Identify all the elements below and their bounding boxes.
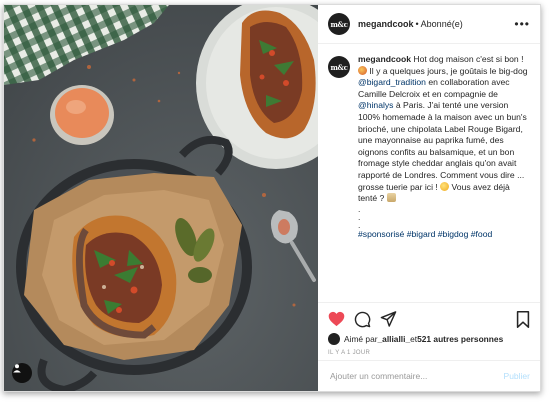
caption-dot: . [358,219,361,230]
scroll-emoji-icon [386,193,396,203]
heart-icon[interactable] [328,311,345,327]
header-separator: • [415,19,419,29]
caption-dots: . . . [358,203,530,230]
food-emoji-icon [358,65,367,75]
post-header: m&c megandcook • Abonné(e) ••• [318,5,540,44]
caption-dot: . [358,203,361,214]
likes-line: Aimé par _allialli_ et 521 autres person… [328,333,530,345]
post-side-panel: m&c megandcook • Abonné(e) ••• m&c megan… [318,5,540,391]
liker-username[interactable]: _allialli_ [378,334,411,344]
user-tag-icon [13,364,21,373]
caption-part: Hot dog maison c'est si bon ! [411,54,524,64]
caption-avatar[interactable]: m&c [328,56,350,78]
caption-part: Il y a quelques jours, je goûtais le big… [367,65,528,76]
header-username[interactable]: megandcook [358,19,414,29]
action-icons [328,309,530,329]
more-icon[interactable]: ••• [514,17,530,31]
avatar[interactable]: m&c [328,13,350,35]
likes-prefix: Aimé par [344,334,378,344]
caption-dot: . [358,211,361,222]
comment-box: Publier [318,360,540,391]
caption-area: m&c megandcook Hot dog maison c'est si b… [318,44,540,302]
bookmark-icon[interactable] [516,310,530,328]
publish-button[interactable]: Publier [504,371,530,381]
hashtags[interactable]: #sponsorisé #bigard #bigdog #food [358,229,530,241]
hot-dog-photo [4,5,318,391]
caption-text: megandcook Hot dog maison c'est si bon !… [358,54,530,302]
post-actions: Aimé par _allialli_ et 521 autres person… [318,302,540,360]
instagram-post: m&c megandcook • Abonné(e) ••• m&c megan… [3,4,541,392]
follow-status[interactable]: Abonné(e) [421,19,463,29]
user-tag-button[interactable] [12,363,32,383]
share-icon[interactable] [380,311,397,327]
likes-count[interactable]: 521 autres personnes [417,334,503,344]
comment-icon[interactable] [354,311,371,328]
mention-link[interactable]: @hinalys [358,100,393,110]
post-timestamp[interactable]: IL Y A 1 JOUR [328,350,530,356]
comment-input[interactable] [328,370,504,382]
caption-username[interactable]: megandcook [358,54,411,64]
mention-link[interactable]: @bigard_tradition [358,77,426,87]
liker-avatar[interactable] [328,333,340,345]
caption-part: à Paris. J'ai tenté une version 100% hom… [358,100,527,192]
yum-emoji-icon [440,181,450,191]
post-photo[interactable] [4,5,318,391]
likes-middle: et [410,334,418,344]
